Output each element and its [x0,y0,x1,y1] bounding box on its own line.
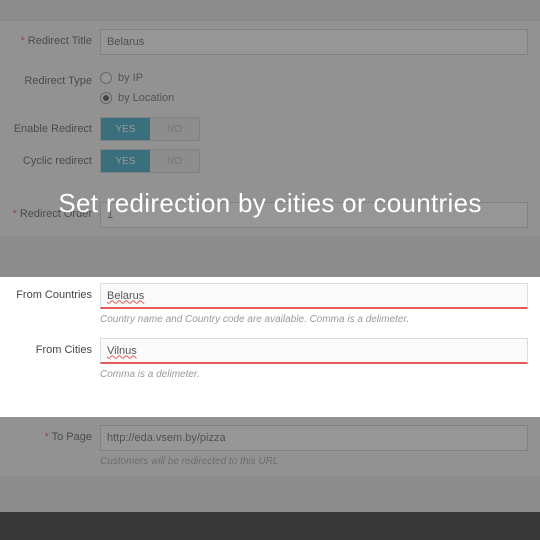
cyclic-redirect-toggle[interactable]: YES NO [100,149,200,173]
row-from-cities: From Cities Vilnus Comma is a delimeter. [0,332,540,387]
from-cities-input[interactable]: Vilnus [100,338,528,364]
redirect-title-label: * Redirect Title [0,29,100,47]
from-cities-label: From Cities [0,338,100,356]
from-countries-hint: Country name and Country code are availa… [100,313,528,326]
from-countries-label: From Countries [0,283,100,301]
radio-by-ip[interactable]: by IP [100,69,528,87]
enable-redirect-toggle[interactable]: YES NO [100,117,200,141]
redirect-order-label: * Redirect Order [0,202,100,220]
form-panel-bottom: * To Page Customers will be redirected t… [0,417,540,476]
to-page-label: * To Page [0,425,100,443]
to-page-hint: Customers will be redirected to this URL [100,455,528,468]
enable-redirect-label: Enable Redirect [0,117,100,135]
to-page-input[interactable] [100,425,528,451]
cyclic-redirect-label: Cyclic redirect [0,149,100,167]
row-from-countries: From Countries Belarus Country name and … [0,277,540,332]
toggle-yes: YES [101,118,150,140]
redirect-type-label: Redirect Type [0,69,100,87]
radio-icon [100,92,112,104]
toggle-yes: YES [101,150,150,172]
row-cyclic-redirect: Cyclic redirect YES NO [0,145,540,194]
from-countries-input[interactable]: Belarus [100,283,528,309]
row-to-page: * To Page Customers will be redirected t… [0,417,540,476]
footer-bar [0,512,540,540]
toggle-no: NO [150,150,199,172]
redirect-order-input[interactable] [100,202,528,228]
highlight-section: From Countries Belarus Country name and … [0,277,540,417]
row-redirect-type: Redirect Type by IP by Location [0,63,540,113]
radio-by-ip-label: by IP [118,72,143,84]
radio-by-location-label: by Location [118,92,174,104]
row-redirect-order: * Redirect Order [0,194,540,236]
radio-icon [100,72,112,84]
radio-by-location[interactable]: by Location [100,89,528,107]
cyclic-hint [100,177,528,190]
form-panel: * Redirect Title Redirect Type by IP by … [0,20,540,236]
from-cities-hint: Comma is a delimeter. [100,368,528,381]
row-enable-redirect: Enable Redirect YES NO [0,113,540,145]
toggle-no: NO [150,118,199,140]
row-redirect-title: * Redirect Title [0,21,540,63]
redirect-title-input[interactable] [100,29,528,55]
